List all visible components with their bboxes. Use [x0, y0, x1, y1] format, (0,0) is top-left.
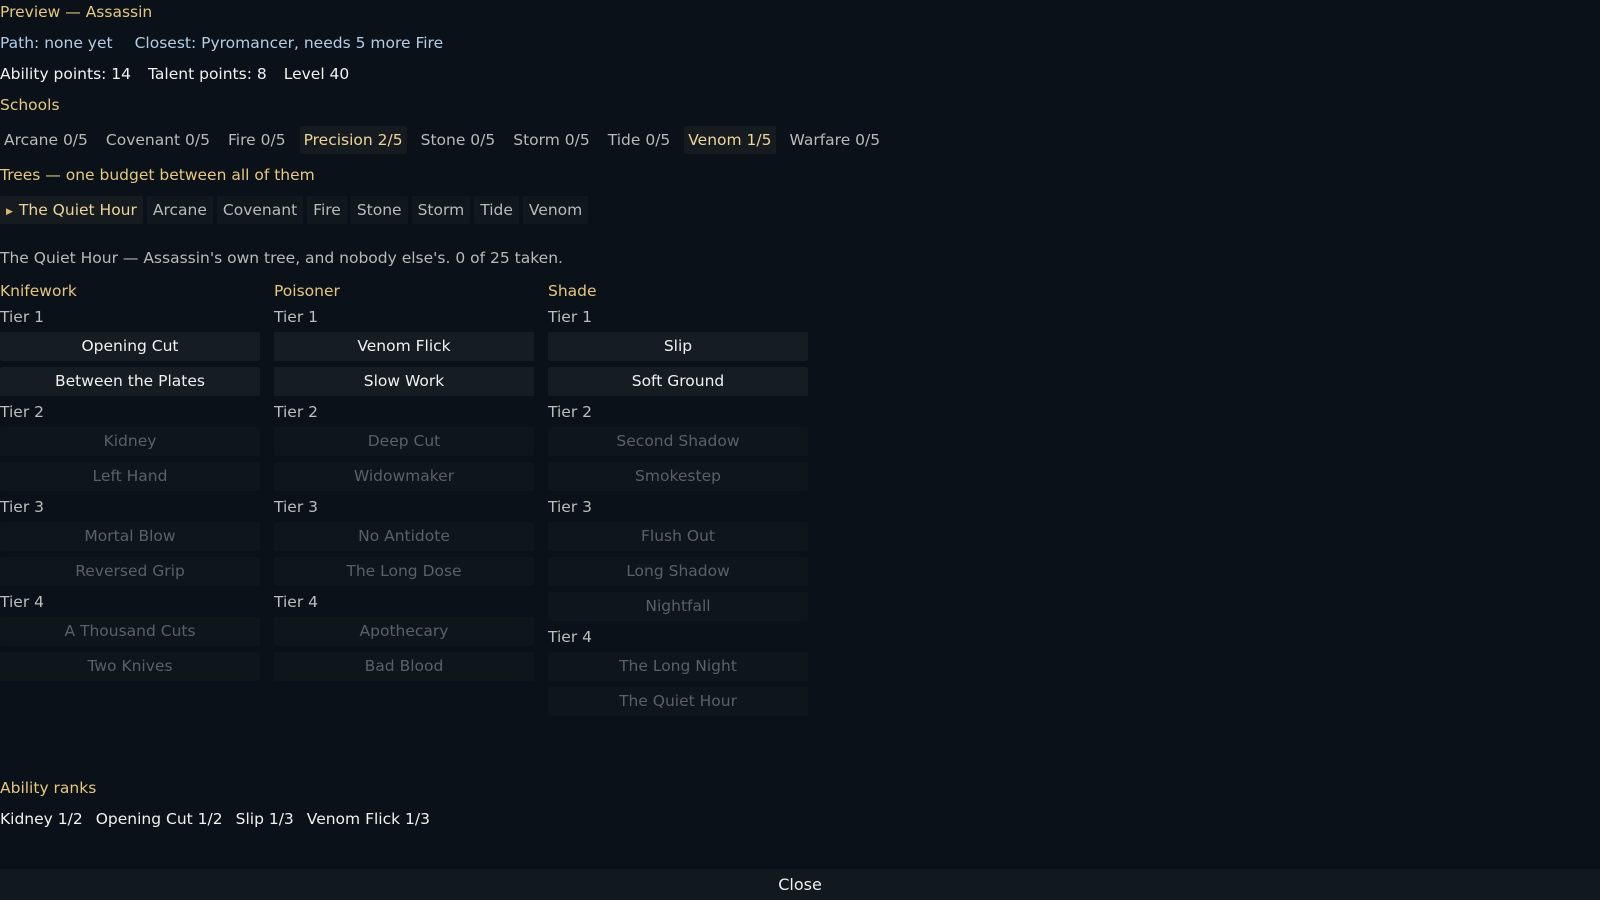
branch-title: Shade [548, 282, 597, 300]
path-text: Path: none yet [0, 34, 113, 52]
talent-second-shadow[interactable]: Second Shadow [548, 427, 808, 456]
school-venom[interactable]: Venom 1/5 [684, 126, 776, 154]
school-arcane[interactable]: Arcane 0/5 [0, 126, 92, 154]
talent-a-thousand-cuts[interactable]: A Thousand Cuts [0, 617, 260, 646]
closest-path-text: Closest: Pyromancer, needs 5 more Fire [134, 34, 444, 52]
branch-title: Poisoner [274, 282, 340, 300]
tier-label: Tier 2 [548, 403, 592, 421]
points-summary: Ability points: 14 Talent points: 8 Level … [0, 64, 366, 84]
tree-tabs: ▶ The Quiet Hour Arcane Covenant Fire Sto… [0, 196, 589, 224]
ability-ranks-list: Kidney 1/2 Opening Cut 1/2 Slip 1/3 Venom F… [0, 809, 443, 829]
talent-slow-work[interactable]: Slow Work [274, 367, 534, 396]
triangle-right-icon: ▶ [6, 207, 13, 217]
talent-nightfall[interactable]: Nightfall [548, 592, 808, 621]
tab-storm[interactable]: Storm [411, 196, 471, 224]
branch-title: Knifework [0, 282, 77, 300]
tab-covenant[interactable]: Covenant [216, 196, 304, 224]
tab-label: The Quiet Hour [18, 201, 137, 219]
tier-label: Tier 4 [0, 593, 44, 611]
tier-label: Tier 3 [274, 498, 318, 516]
ability-rank-item: Venom Flick 1/3 [306, 810, 430, 828]
ability-rank-item: Slip 1/3 [235, 810, 294, 828]
tree-description: The Quiet Hour — Assassin's own tree, an… [0, 249, 563, 267]
tab-arcane[interactable]: Arcane [146, 196, 213, 224]
talent-opening-cut[interactable]: Opening Cut [0, 332, 260, 361]
talent-between-the-plates[interactable]: Between the Plates [0, 367, 260, 396]
tab-tide[interactable]: Tide [474, 196, 519, 224]
tier-label: Tier 1 [274, 308, 318, 326]
talent-soft-ground[interactable]: Soft Ground [548, 367, 808, 396]
talent-bad-blood[interactable]: Bad Blood [274, 652, 534, 681]
talent-deep-cut[interactable]: Deep Cut [274, 427, 534, 456]
tier-label: Tier 3 [548, 498, 592, 516]
school-covenant[interactable]: Covenant 0/5 [102, 126, 214, 154]
talent-reversed-grip[interactable]: Reversed Grip [0, 557, 260, 586]
schools-list: Arcane 0/5 Covenant 0/5 Fire 0/5 Precisi… [0, 126, 884, 154]
talent-kidney[interactable]: Kidney [0, 427, 260, 456]
school-fire[interactable]: Fire 0/5 [224, 126, 290, 154]
talent-mortal-blow[interactable]: Mortal Blow [0, 522, 260, 551]
talent-flush-out[interactable]: Flush Out [548, 522, 808, 551]
tier-label: Tier 2 [0, 403, 44, 421]
tab-venom[interactable]: Venom [522, 196, 589, 224]
ability-rank-item: Opening Cut 1/2 [95, 810, 223, 828]
character-level: Level 40 [283, 65, 350, 83]
school-tide[interactable]: Tide 0/5 [604, 126, 675, 154]
talent-long-shadow[interactable]: Long Shadow [548, 557, 808, 586]
branch-shade: Shade Tier 1 Slip Soft Ground Tier 2 Sec… [548, 281, 808, 722]
schools-heading: Schools [0, 96, 60, 114]
talent-slip[interactable]: Slip [548, 332, 808, 361]
tier-label: Tier 3 [0, 498, 44, 516]
school-storm[interactable]: Storm 0/5 [509, 126, 593, 154]
preview-title: Preview — Assassin [0, 3, 153, 21]
talent-left-hand[interactable]: Left Hand [0, 462, 260, 491]
ability-points: Ability points: 14 [0, 65, 132, 83]
talent-the-long-night[interactable]: The Long Night [548, 652, 808, 681]
tier-label: Tier 1 [548, 308, 592, 326]
talent-apothecary[interactable]: Apothecary [274, 617, 534, 646]
talent-points: Talent points: 8 [148, 65, 267, 83]
tier-label: Tier 2 [274, 403, 318, 421]
school-stone[interactable]: Stone 0/5 [417, 126, 500, 154]
tier-label: Tier 4 [274, 593, 318, 611]
talent-no-antidote[interactable]: No Antidote [274, 522, 534, 551]
tier-label: Tier 4 [548, 628, 592, 646]
school-precision[interactable]: Precision 2/5 [299, 126, 407, 154]
trees-heading: Trees — one budget between all of them [0, 166, 315, 184]
path-status: Path: none yet Closest: Pyromancer, needs… [0, 33, 443, 53]
talent-widowmaker[interactable]: Widowmaker [274, 462, 534, 491]
school-warfare[interactable]: Warfare 0/5 [786, 126, 885, 154]
talent-smokestep[interactable]: Smokestep [548, 462, 808, 491]
close-button[interactable]: Close [0, 869, 1600, 900]
talent-venom-flick[interactable]: Venom Flick [274, 332, 534, 361]
branch-poisoner: Poisoner Tier 1 Venom Flick Slow Work Ti… [274, 281, 534, 687]
ability-rank-item: Kidney 1/2 [0, 810, 83, 828]
tier-label: Tier 1 [0, 308, 44, 326]
ability-ranks-heading: Ability ranks [0, 779, 97, 797]
tab-the-quiet-hour[interactable]: ▶ The Quiet Hour [0, 196, 143, 224]
talent-the-quiet-hour[interactable]: The Quiet Hour [548, 687, 808, 716]
talent-two-knives[interactable]: Two Knives [0, 652, 260, 681]
branch-knifework: Knifework Tier 1 Opening Cut Between the… [0, 281, 260, 687]
tab-stone[interactable]: Stone [350, 196, 408, 224]
talent-the-long-dose[interactable]: The Long Dose [274, 557, 534, 586]
tab-fire[interactable]: Fire [307, 196, 347, 224]
